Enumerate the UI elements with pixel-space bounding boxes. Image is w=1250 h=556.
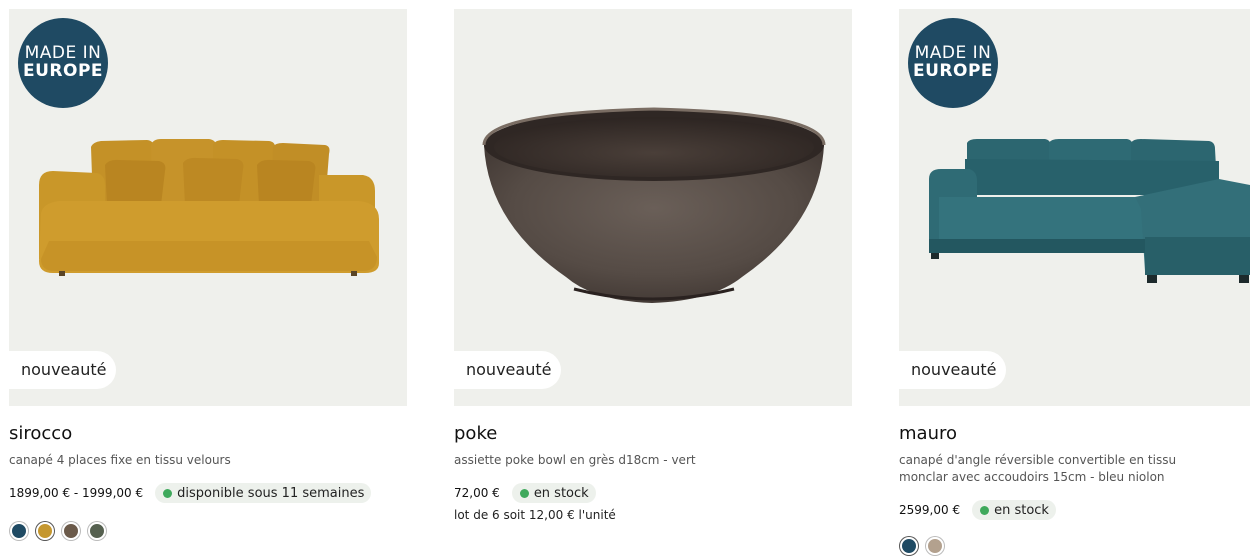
availability-dot-icon [519,488,529,498]
product-title[interactable]: sirocco [9,423,407,445]
color-swatch-blue[interactable] [900,537,918,555]
product-description: assiette poke bowl en grès d18cm - vert [454,453,696,467]
price-row: 2599,00 € en stock [899,500,1250,520]
product-price: 1899,00 € - 1999,00 € [9,486,144,500]
color-swatches [899,536,1250,556]
europe-label: EUROPE [912,61,994,81]
product-grid: MADE IN EUROPE nouveauté sirocco canapé … [0,0,1250,556]
availability-dot-icon [163,488,173,498]
availability-label: disponible sous 11 semaines [177,485,365,501]
product-description: canapé 4 places fixe en tissu velours [9,453,231,467]
price-row: 72,00 € en stock [454,483,852,503]
unit-price-info: lot de 6 soit 12,00 € l'unité [454,508,616,522]
availability-label: en stock [994,502,1049,518]
product-price: 2599,00 € [899,503,961,517]
made-in-europe-badge: MADE IN EUROPE [908,18,998,108]
bowl-image [482,107,826,303]
product-image-area[interactable]: MADE IN EUROPE nouveauté [899,9,1250,406]
product-description-line-2: monclar avec accoudoirs 15cm - bleu niol… [899,470,1165,484]
product-price: 72,00 € [454,486,500,500]
color-swatch-green[interactable] [88,522,106,540]
availability-badge: en stock [511,483,596,503]
product-description-line-1: canapé d'angle réversible convertible en… [899,453,1177,467]
product-title[interactable]: poke [454,423,852,445]
product-description: canapé d'angle réversible convertible en… [899,452,1250,486]
product-card-sirocco[interactable]: MADE IN EUROPE nouveauté sirocco canapé … [9,9,407,556]
product-image-area[interactable]: MADE IN EUROPE nouveauté [9,9,407,406]
availability-badge: disponible sous 11 semaines [155,483,372,503]
price-row: 1899,00 € - 1999,00 € disponible sous 11… [9,483,407,503]
product-image-area[interactable]: nouveauté [454,9,852,406]
new-badge: nouveauté [899,351,1007,389]
availability-badge: en stock [972,500,1056,520]
product-title[interactable]: mauro [899,423,1250,445]
product-card-poke[interactable]: nouveauté poke assiette poke bowl en grè… [454,9,852,556]
color-swatch-blue[interactable] [10,522,28,540]
availability-dot-icon [980,505,990,515]
color-swatch-brown[interactable] [62,522,80,540]
europe-label: EUROPE [22,61,104,81]
made-in-europe-badge: MADE IN EUROPE [18,18,108,108]
new-badge: nouveauté [9,351,117,389]
product-card-mauro[interactable]: MADE IN EUROPE nouveauté mauro canapé d'… [899,9,1250,556]
availability-label: en stock [533,485,589,501]
color-swatches [9,521,407,541]
color-swatch-ochre[interactable] [36,522,54,540]
new-badge: nouveauté [454,351,562,389]
color-swatch-taupe[interactable] [926,537,944,555]
